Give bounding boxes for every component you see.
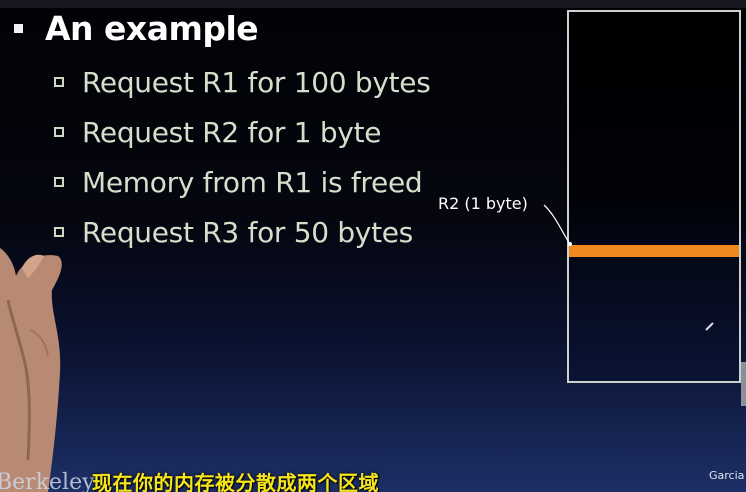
bullet-text: Memory from R1 is freed [82,165,423,199]
title-bullet-icon [14,23,23,33]
side-scroll-indicator [741,362,746,406]
lecture-slide: An example Request R1 for 100 bytes Requ… [0,0,746,492]
square-bullet-icon [54,177,64,187]
bullet-text: Request R2 for 1 byte [82,115,382,149]
bullet-item: Memory from R1 is freed [54,157,431,207]
bullet-item: Request R1 for 100 bytes [54,57,431,107]
bullet-item: Request R3 for 50 bytes [54,207,431,257]
r2-allocated-block [569,245,739,257]
bullet-item: Request R2 for 1 byte [54,107,431,157]
top-bar [0,0,746,8]
slide-title: An example [45,8,259,48]
berkeley-logo: Berkeley [0,470,95,492]
square-bullet-icon [54,127,64,137]
instructor-name: Garcia [709,469,745,482]
bullet-list: Request R1 for 100 bytes Request R2 for … [54,57,431,257]
bullet-text: Request R3 for 50 bytes [82,215,413,249]
title-row: An example [14,8,259,48]
bullet-text: Request R1 for 100 bytes [82,65,431,99]
subtitle-caption: 现在你的内存被分散成两个区域 [92,471,379,492]
memory-diagram [567,10,741,383]
square-bullet-icon [54,77,64,87]
square-bullet-icon [54,227,64,237]
callout-label: R2 (1 byte) [438,194,528,213]
